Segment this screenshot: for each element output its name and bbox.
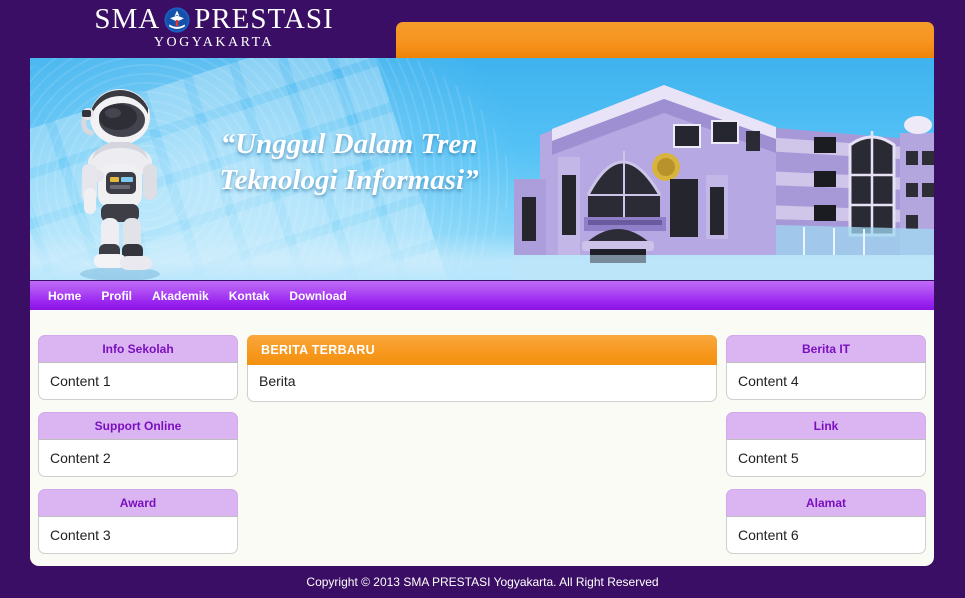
widget-award-content: Content 3 [38,516,238,554]
site-footer: Copyright © 2013 SMA PRESTASI Yogyakarta… [0,566,965,598]
brand-title-left: SMA [94,3,161,35]
main-content-column: BERITA TERBARU Berita [247,335,717,566]
widget-link: Link Content 5 [726,412,926,477]
banner-slogan-line-2: Teknologi Informasi” [219,164,479,196]
widget-support-online-content: Content 2 [38,439,238,477]
banner-slogan: “Unggul Dalam Tren Teknologi Informasi” [134,126,564,198]
sidebar-right: Berita IT Content 4 Link Content 5 Alama… [726,335,926,566]
footer-copyright: Copyright © 2013 SMA PRESTASI Yogyakarta… [306,575,659,589]
widget-alamat-title: Alamat [726,489,926,516]
widget-award: Award Content 3 [38,489,238,554]
banner-slogan-line-1: “Unggul Dalam Tren [220,128,478,160]
nav-item-download[interactable]: Download [279,285,356,307]
header-orange-strip [396,22,934,58]
widget-award-title: Award [38,489,238,516]
widget-berita-it-content: Content 4 [726,362,926,400]
widget-alamat: Alamat Content 6 [726,489,926,554]
site-header: SMA PRESTASI YOGYAKARTA [0,0,965,58]
widget-info-sekolah: Info Sekolah Content 1 [38,335,238,400]
widget-info-sekolah-title: Info Sekolah [38,335,238,362]
panel-berita-terbaru-title: BERITA TERBARU [247,335,717,365]
nav-item-kontak[interactable]: Kontak [219,285,280,307]
widget-support-online: Support Online Content 2 [38,412,238,477]
sidebar-left: Info Sekolah Content 1 Support Online Co… [38,335,238,566]
hero-banner: “Unggul Dalam Tren Teknologi Informasi” [30,58,934,280]
brand-subtitle: YOGYAKARTA [153,35,275,50]
nav-item-profil[interactable]: Profil [91,285,142,307]
brand-title-right: PRESTASI [194,3,334,35]
brand-title-row: SMA PRESTASI [28,2,400,36]
panel-berita-terbaru: BERITA TERBARU Berita [247,335,717,402]
widget-info-sekolah-content: Content 1 [38,362,238,400]
content-area: Info Sekolah Content 1 Support Online Co… [30,310,934,566]
tut-wuri-handayani-emblem-icon [164,7,190,33]
main-navigation: Home Profil Akademik Kontak Download [30,281,934,310]
widget-berita-it-title: Berita IT [726,335,926,362]
widget-support-online-title: Support Online [38,412,238,439]
widget-alamat-content: Content 6 [726,516,926,554]
school-building-icon [514,75,934,280]
nav-item-home[interactable]: Home [38,285,91,307]
content-columns: Info Sekolah Content 1 Support Online Co… [30,335,934,566]
nav-item-akademik[interactable]: Akademik [142,285,219,307]
panel-berita-terbaru-content: Berita [247,365,717,402]
site-brand: SMA PRESTASI YOGYAKARTA [28,2,400,51]
widget-link-title: Link [726,412,926,439]
widget-berita-it: Berita IT Content 4 [726,335,926,400]
widget-link-content: Content 5 [726,439,926,477]
